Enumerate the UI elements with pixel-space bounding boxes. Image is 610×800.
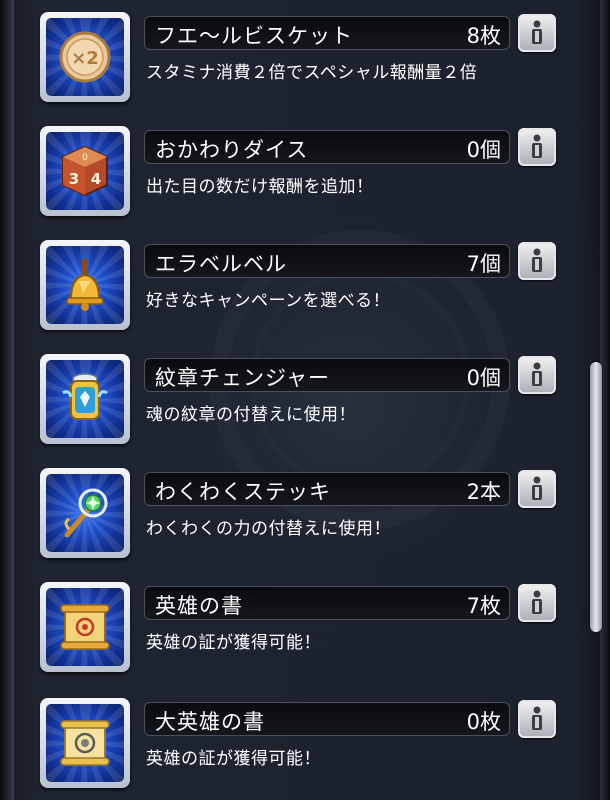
item-description: 英雄の証が獲得可能！ xyxy=(146,749,321,769)
info-button[interactable] xyxy=(518,128,556,166)
item-count: 0個 xyxy=(466,366,501,390)
scroll-icon xyxy=(60,604,110,650)
item-description: 魂の紋章の付替えに使用！ xyxy=(146,405,356,425)
item-name-bar: 紋章チェンジャー 0個 xyxy=(144,358,510,392)
svg-text:4: 4 xyxy=(91,170,101,188)
info-icon xyxy=(532,134,542,158)
list-item-great-hero-book[interactable]: 大英雄の書 0枚 英雄の証が獲得可能！ xyxy=(40,698,560,794)
list-item-bell[interactable]: エラベルベル 7個 好きなキャンペーンを選べる！ xyxy=(40,240,560,336)
wand-icon xyxy=(64,488,108,538)
info-icon xyxy=(532,706,542,730)
info-icon xyxy=(532,476,542,500)
list-item-biscuit[interactable]: ×2 フエ〜ルビスケット 8枚 スタミナ消費２倍でスペシャル報酬量２倍 xyxy=(40,12,560,108)
scrollbar-thumb[interactable] xyxy=(590,362,602,632)
item-count: 8枚 xyxy=(466,24,501,48)
item-name: 英雄の書 xyxy=(155,594,243,618)
list-item-crest-changer[interactable]: 紋章チェンジャー 0個 魂の紋章の付替えに使用！ xyxy=(40,354,560,450)
item-description: 英雄の証が獲得可能！ xyxy=(146,633,321,653)
item-list-screen: ×2 フエ〜ルビスケット 8枚 スタミナ消費２倍でスペシャル報酬量２倍 0 3 … xyxy=(0,0,610,800)
item-name: わくわくステッキ xyxy=(155,480,331,504)
info-button[interactable] xyxy=(518,700,556,738)
item-description: スタミナ消費２倍でスペシャル報酬量２倍 xyxy=(146,63,478,83)
biscuit-icon: ×2 xyxy=(59,31,111,83)
item-description: 出た目の数だけ報酬を追加！ xyxy=(146,177,374,197)
item-icon-frame[interactable]: ×2 xyxy=(40,12,130,102)
item-description: 好きなキャンペーンを選べる！ xyxy=(146,291,391,311)
info-icon xyxy=(532,248,542,272)
crest-changer-icon xyxy=(62,373,108,420)
info-icon xyxy=(532,590,542,614)
bell-icon xyxy=(66,259,104,311)
item-icon-frame[interactable] xyxy=(40,468,130,558)
item-count: 7枚 xyxy=(466,594,501,618)
item-description: わくわくの力の付替えに使用！ xyxy=(146,519,391,539)
item-count: 7個 xyxy=(466,252,501,276)
item-name-bar: 大英雄の書 0枚 xyxy=(144,702,510,736)
item-icon-frame[interactable] xyxy=(40,240,130,330)
info-button[interactable] xyxy=(518,356,556,394)
item-name: 紋章チェンジャー xyxy=(155,366,330,390)
great-scroll-icon xyxy=(60,720,110,766)
item-name: 大英雄の書 xyxy=(155,710,265,734)
info-icon xyxy=(532,362,542,386)
item-icon-frame[interactable] xyxy=(40,698,130,788)
item-name-bar: おかわりダイス 0個 xyxy=(144,130,510,164)
item-count: 0枚 xyxy=(466,710,501,734)
item-name: エラベルベル xyxy=(155,252,287,276)
list-item-dice[interactable]: 0 3 4 おかわりダイス 0個 出た目の数だけ報酬を追加！ xyxy=(40,126,560,222)
info-button[interactable] xyxy=(518,584,556,622)
info-icon xyxy=(532,20,542,44)
svg-text:3: 3 xyxy=(69,170,79,188)
item-icon-frame[interactable]: 0 3 4 xyxy=(40,126,130,216)
item-name: おかわりダイス xyxy=(155,138,309,162)
item-icon-frame[interactable] xyxy=(40,354,130,444)
item-name-bar: 英雄の書 7枚 xyxy=(144,586,510,620)
svg-text:0: 0 xyxy=(82,153,88,163)
item-name-bar: わくわくステッキ 2本 xyxy=(144,472,510,506)
item-name: フエ〜ルビスケット xyxy=(155,24,353,48)
item-name-bar: フエ〜ルビスケット 8枚 xyxy=(144,16,510,50)
dice-icon: 0 3 4 xyxy=(62,145,108,197)
info-button[interactable] xyxy=(518,242,556,280)
list-item-wand[interactable]: わくわくステッキ 2本 わくわくの力の付替えに使用！ xyxy=(40,468,560,564)
svg-text:×2: ×2 xyxy=(71,48,99,69)
item-icon-frame[interactable] xyxy=(40,582,130,672)
info-button[interactable] xyxy=(518,470,556,508)
info-button[interactable] xyxy=(518,14,556,52)
item-name-bar: エラベルベル 7個 xyxy=(144,244,510,278)
item-count: 0個 xyxy=(466,138,501,162)
left-frame-edge xyxy=(0,0,14,800)
item-count: 2本 xyxy=(466,480,501,504)
list-item-hero-book[interactable]: 英雄の書 7枚 英雄の証が獲得可能！ xyxy=(40,582,560,678)
